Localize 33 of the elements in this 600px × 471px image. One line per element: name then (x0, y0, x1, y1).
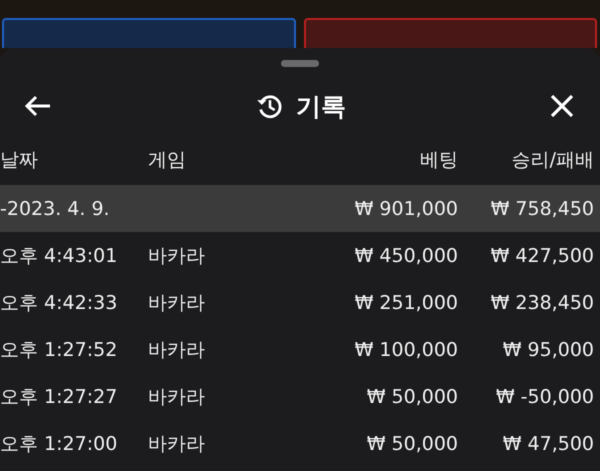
game-cell-text: 바카라 (148, 290, 206, 316)
bet-cell-text: ₩ 100,000 (354, 338, 458, 360)
drag-handle[interactable] (281, 60, 319, 67)
back-button[interactable] (24, 94, 52, 118)
bet-cell-text: ₩ 50,000 (366, 386, 458, 408)
result-cell-text: ₩ 47,500 (502, 432, 594, 454)
game-cell-text: 바카라 (148, 384, 206, 410)
time-cell-text: 오후 1:27:27 (0, 384, 118, 410)
bet-cell-text: ₩ 50,000 (366, 432, 458, 454)
result-cell-text: ₩ 758,450 (490, 198, 594, 220)
result-cell-text: ₩ 427,500 (490, 244, 594, 266)
column-header: 날짜 (0, 148, 39, 173)
sheet-title: 기록 (296, 90, 346, 122)
close-button[interactable] (550, 94, 574, 118)
result-cell-text: ₩ 95,000 (502, 338, 594, 360)
bet-cell-text: ₩ 450,000 (354, 244, 458, 266)
time-cell-text: 오후 1:27:52 (0, 338, 118, 362)
time-cell-text: 오후 4:42:33 (0, 290, 118, 316)
game-cell-text: 바카라 (148, 432, 206, 456)
time-cell-text: 오후 1:27:00 (0, 432, 118, 456)
bet-cell-text: ₩ 901,000 (354, 198, 458, 220)
result-cell-text: ₩ 238,450 (490, 292, 594, 314)
bet-cell-text: ₩ 251,000 (354, 292, 458, 314)
back-arrow-icon (24, 94, 52, 118)
close-icon (550, 94, 574, 118)
column-header: 게임 (148, 148, 187, 173)
column-header: 승리/패배 (510, 148, 594, 173)
column-header: 베팅 (419, 148, 458, 173)
game-cell-text: 바카라 (148, 338, 206, 362)
game-cell-text: 바카라 (148, 244, 206, 268)
date-cell-text: -2023. 4. 9. (0, 198, 111, 220)
result-cell-text: ₩ -50,000 (494, 386, 594, 408)
time-cell-text: 오후 4:43:01 (0, 244, 118, 268)
